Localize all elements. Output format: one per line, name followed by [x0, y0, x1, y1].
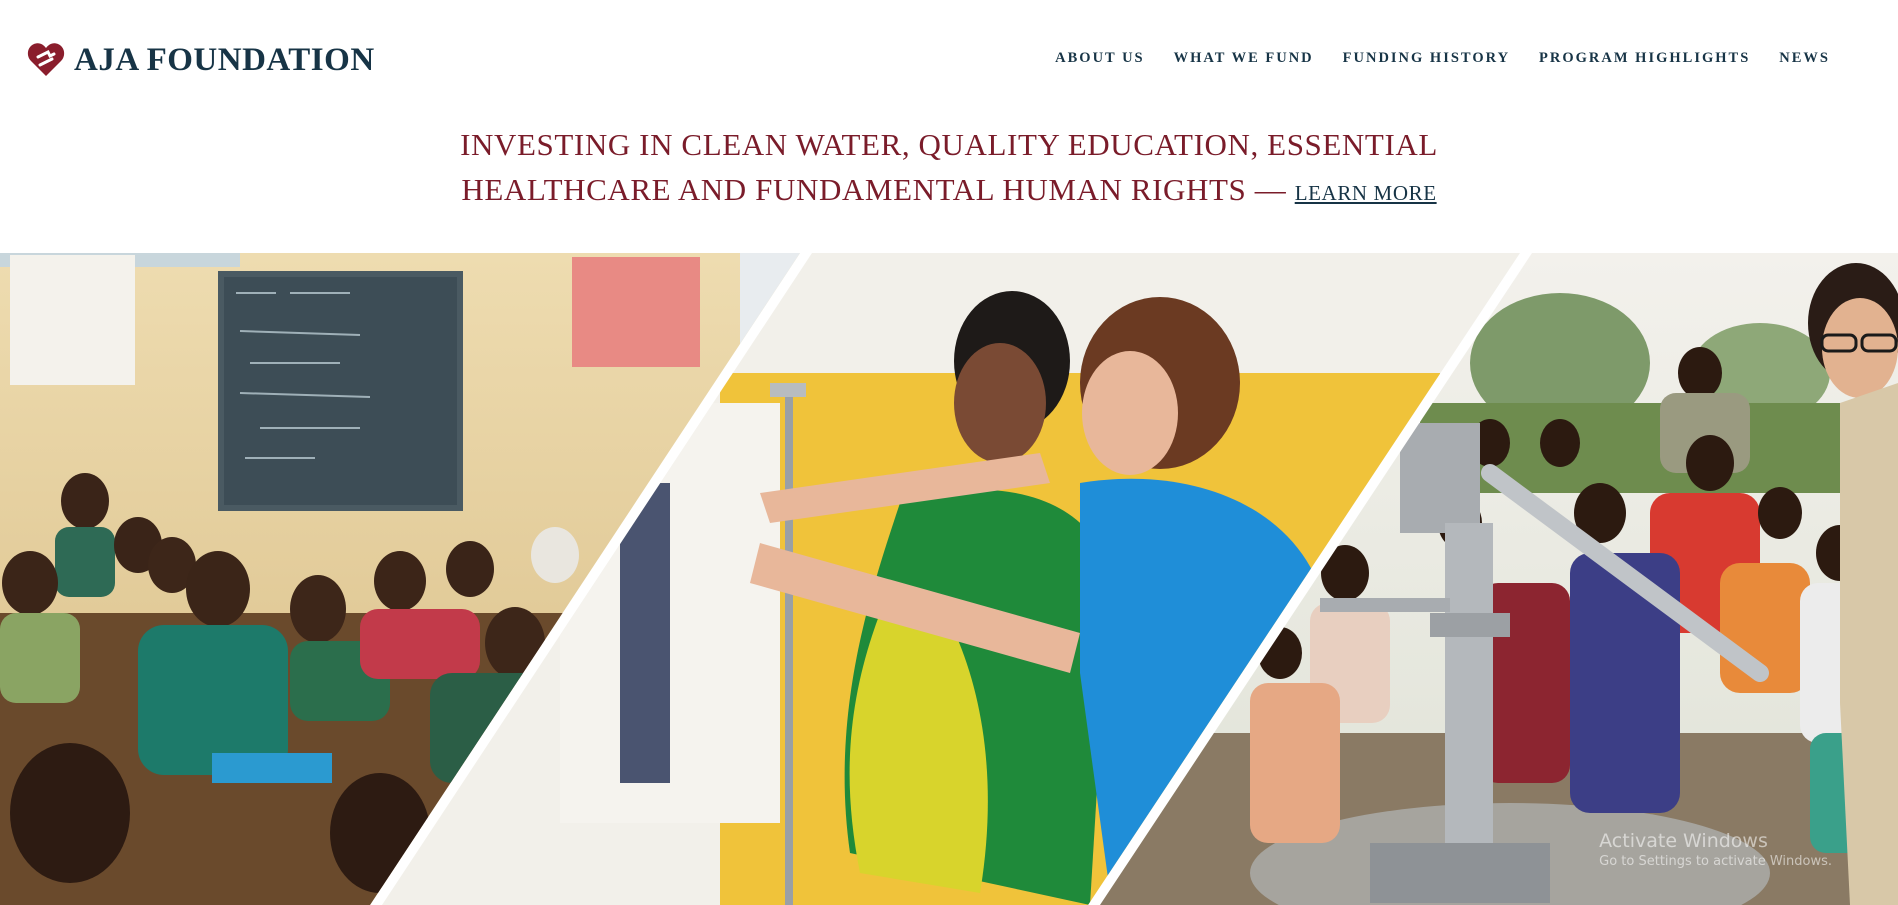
site-header: AJA FOUNDATION ABOUT US WHAT WE FUND FUN… [0, 0, 1898, 120]
logo-link[interactable]: AJA FOUNDATION [26, 40, 375, 80]
tagline: INVESTING IN CLEAN WATER, QUALITY EDUCAT… [0, 122, 1898, 216]
tagline-line-2-wrap: HEALTHCARE AND FUNDAMENTAL HUMAN RIGHTS … [0, 167, 1898, 216]
nav-item-what-we-fund[interactable]: WHAT WE FUND [1174, 50, 1314, 67]
tagline-line-1: INVESTING IN CLEAN WATER, QUALITY EDUCAT… [460, 127, 1438, 162]
windows-activation-watermark: Activate Windows Go to Settings to activ… [1599, 830, 1832, 869]
watermark-subtitle: Go to Settings to activate Windows. [1599, 854, 1832, 869]
main-nav: ABOUT US WHAT WE FUND FUNDING HISTORY PR… [1026, 50, 1830, 67]
nav-item-about-us[interactable]: ABOUT US [1055, 50, 1144, 67]
hero-collage: Activate Windows Go to Settings to activ… [0, 253, 1898, 905]
watermark-title: Activate Windows [1599, 830, 1768, 852]
page: AJA FOUNDATION ABOUT US WHAT WE FUND FUN… [0, 0, 1898, 905]
nav-item-program-highlights[interactable]: PROGRAM HIGHLIGHTS [1539, 50, 1750, 67]
learn-more-link[interactable]: LEARN MORE [1295, 181, 1437, 205]
heart-icon [26, 40, 66, 80]
logo-text: AJA FOUNDATION [74, 41, 375, 78]
tagline-line-2: HEALTHCARE AND FUNDAMENTAL HUMAN RIGHTS … [461, 172, 1287, 207]
nav-item-news[interactable]: NEWS [1779, 50, 1830, 67]
nav-item-funding-history[interactable]: FUNDING HISTORY [1343, 50, 1510, 67]
